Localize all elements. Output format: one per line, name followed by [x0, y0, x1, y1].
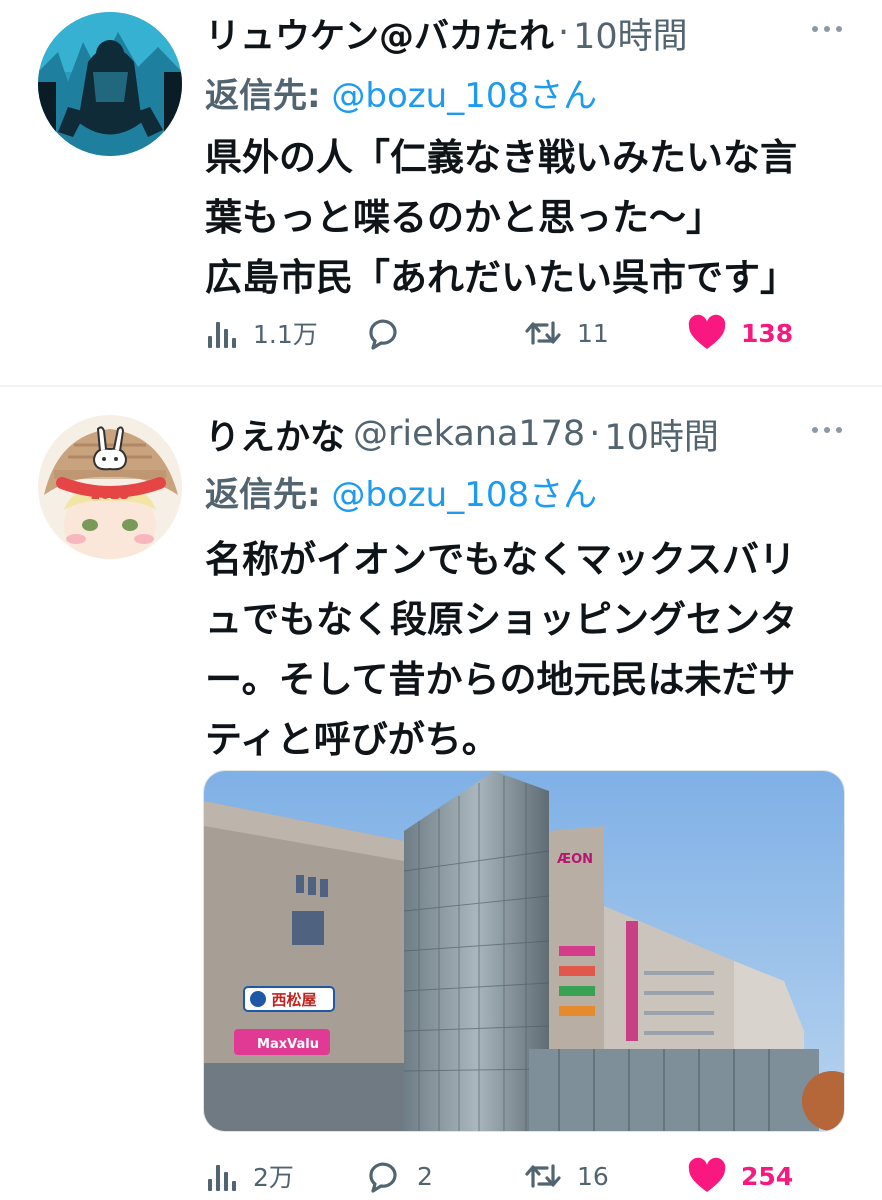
tweet[interactable]: リュウケン@バカたれ · 10時間 返信先: @bozu_108さん 県外の人「…: [0, 0, 882, 386]
display-name[interactable]: リュウケン@バカたれ: [205, 8, 554, 59]
avatar-badge: 2023: [91, 487, 130, 503]
retweet-icon: [525, 321, 561, 345]
user-handle[interactable]: @riekana178: [353, 414, 585, 454]
like-button[interactable]: 254: [687, 1151, 793, 1200]
tweet-text-line: ュでもなく段原ショッピングセンタ: [205, 598, 797, 641]
views-button[interactable]: 2万: [205, 1151, 294, 1200]
display-name[interactable]: りえかな: [205, 409, 345, 460]
tweet-text: 県外の人「仁義なき戦いみたいな言 葉もっと喋るのかと思った〜」 広島市民「あれだ…: [205, 128, 845, 308]
tweet-header: りえかな @riekana178 · 10時間: [205, 409, 842, 459]
timestamp[interactable]: 10時間: [573, 8, 688, 59]
reply-count: 2: [417, 1161, 433, 1191]
aeon-sign: ÆON: [557, 852, 593, 867]
separator: ·: [589, 414, 601, 454]
reply-target-link[interactable]: @bozu_108さん: [331, 76, 597, 116]
tweet-text-line: ティと呼びがち。: [205, 718, 499, 761]
reply-context: 返信先: @bozu_108さん: [205, 68, 597, 117]
tweet-actions: 1.1万 11 138: [205, 308, 805, 358]
separator: ·: [557, 13, 570, 53]
retweet-icon: [525, 1164, 561, 1188]
retweet-button[interactable]: 11: [523, 308, 609, 358]
tweet-text-line: 広島市民「あれだいたい呉市です」: [205, 256, 797, 299]
timestamp[interactable]: 10時間: [604, 409, 719, 460]
avatar[interactable]: [38, 12, 182, 156]
tweet-media-photo[interactable]: ÆON 西松屋 MaxValu: [203, 770, 845, 1132]
reply-label: 返信先:: [205, 76, 321, 116]
tweet-header: リュウケン@バカたれ · 10時間: [205, 8, 842, 58]
tweet-actions: 2万 2 16 254: [205, 1151, 805, 1200]
avatar[interactable]: 2023: [38, 415, 182, 559]
reply-button[interactable]: 2: [363, 1151, 433, 1200]
tweet-text-line: 名称がイオンでもなくマックスバリ: [205, 538, 796, 581]
tweet-text: 名称がイオンでもなくマックスバリ ュでもなく段原ショッピングセンタ ー。そして昔…: [205, 530, 845, 770]
reply-icon: [369, 1162, 397, 1193]
tweet[interactable]: 2023 りえかな @riekana178 · 10時間 返信先: @bozu_…: [0, 387, 882, 1200]
like-count: 138: [741, 318, 794, 348]
reply-target-link[interactable]: @bozu_108さん: [331, 475, 597, 515]
views-count: 2万: [253, 1163, 294, 1192]
retweet-count: 11: [577, 318, 609, 348]
retweet-count: 16: [577, 1161, 609, 1191]
retweet-button[interactable]: 16: [523, 1151, 609, 1200]
maxvalu-sign: MaxValu: [257, 1037, 319, 1052]
tweet-text-line: 県外の人「仁義なき戦いみたいな言: [205, 136, 797, 179]
views-icon: [208, 322, 236, 348]
more-icon[interactable]: [812, 427, 842, 433]
views-button[interactable]: 1.1万: [205, 308, 318, 358]
reply-icon: [369, 319, 397, 350]
tweet-text-line: 葉もっと喋るのかと思った〜」: [205, 196, 723, 239]
reply-context: 返信先: @bozu_108さん: [205, 467, 597, 516]
like-button[interactable]: 138: [687, 308, 793, 358]
views-count: 1.1万: [253, 320, 318, 349]
tweet-text-line: ー。そして昔からの地元民は未だサ: [205, 658, 796, 701]
more-icon[interactable]: [812, 26, 842, 32]
nishimatsuya-sign: 西松屋: [271, 991, 316, 1009]
like-icon: [688, 1157, 726, 1192]
like-icon: [688, 314, 726, 349]
views-icon: [208, 1165, 236, 1191]
like-count: 254: [741, 1161, 794, 1191]
reply-button[interactable]: [363, 308, 417, 358]
reply-label: 返信先:: [205, 475, 321, 515]
